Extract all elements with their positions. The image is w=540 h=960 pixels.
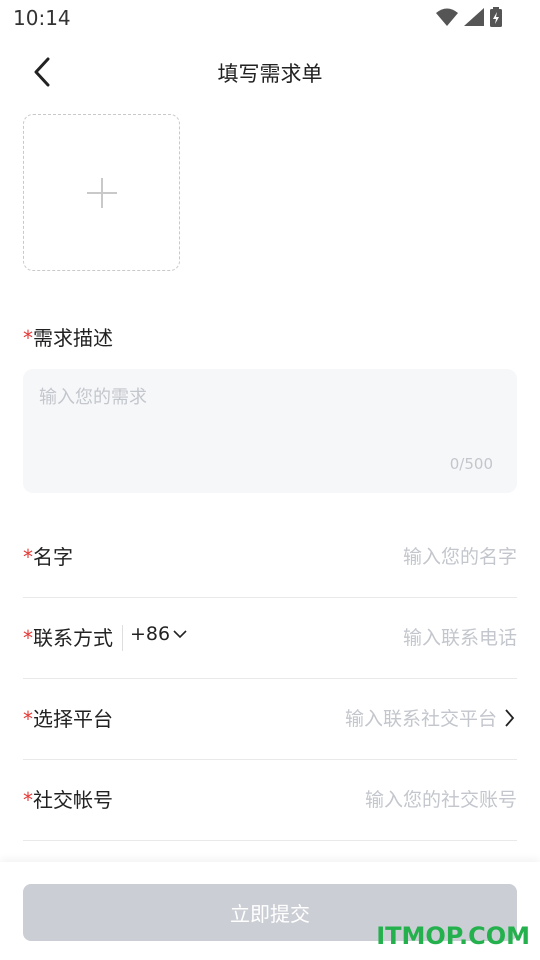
plus-icon bbox=[86, 177, 117, 208]
country-code-select[interactable]: +86 bbox=[130, 623, 187, 645]
chevron-down-icon bbox=[173, 630, 187, 639]
contact-label: *联系方式 bbox=[23, 622, 113, 651]
platform-row[interactable]: *选择平台 输入联系社交平台 bbox=[23, 679, 517, 760]
name-label-text: 名字 bbox=[33, 545, 73, 569]
platform-placeholder: 输入联系社交平台 bbox=[344, 708, 497, 730]
required-mark: * bbox=[23, 326, 33, 350]
wifi-icon bbox=[436, 8, 458, 26]
nav-bar: 填写需求单 bbox=[0, 44, 540, 100]
account-input[interactable]: 输入您的社交账号 bbox=[365, 785, 517, 812]
account-row: *社交帐号 输入您的社交账号 bbox=[23, 760, 517, 841]
account-label-text: 社交帐号 bbox=[33, 788, 113, 812]
name-input[interactable]: 输入您的名字 bbox=[403, 542, 517, 569]
name-label: *名字 bbox=[23, 541, 73, 570]
name-placeholder: 输入您的名字 bbox=[402, 546, 517, 568]
required-mark: * bbox=[23, 707, 33, 731]
country-code-value: +86 bbox=[130, 623, 171, 645]
phone-input[interactable]: 输入联系电话 bbox=[403, 623, 517, 650]
image-upload-button[interactable] bbox=[23, 114, 180, 271]
status-icons bbox=[436, 7, 502, 27]
platform-select[interactable]: 输入联系社交平台 bbox=[345, 704, 517, 731]
required-mark: * bbox=[23, 626, 33, 650]
account-placeholder: 输入您的社交账号 bbox=[364, 789, 517, 811]
phone-placeholder: 输入联系电话 bbox=[402, 627, 517, 649]
contact-label-text: 联系方式 bbox=[33, 626, 113, 650]
contact-row: *联系方式 +86 输入联系电话 bbox=[23, 598, 517, 679]
platform-label: *选择平台 bbox=[23, 703, 113, 732]
name-row: *名字 输入您的名字 bbox=[23, 517, 517, 598]
status-time: 10:14 bbox=[13, 6, 71, 30]
description-placeholder: 输入您的需求 bbox=[39, 387, 147, 408]
watermark: ITMOP.COM bbox=[376, 922, 530, 950]
battery-icon bbox=[490, 7, 502, 27]
required-mark: * bbox=[23, 545, 33, 569]
chevron-right-icon bbox=[505, 708, 515, 727]
required-mark: * bbox=[23, 788, 33, 812]
description-textarea[interactable]: 输入您的需求 0/500 bbox=[23, 369, 517, 493]
cell-signal-icon bbox=[464, 8, 484, 26]
character-counter: 0/500 bbox=[449, 455, 493, 473]
page-title: 填写需求单 bbox=[217, 62, 323, 86]
description-label: *需求描述 bbox=[23, 322, 113, 351]
status-bar: 10:14 bbox=[0, 0, 540, 36]
description-label-text: 需求描述 bbox=[33, 326, 113, 350]
platform-label-text: 选择平台 bbox=[33, 707, 113, 731]
divider bbox=[122, 625, 123, 651]
account-label: *社交帐号 bbox=[23, 784, 113, 813]
